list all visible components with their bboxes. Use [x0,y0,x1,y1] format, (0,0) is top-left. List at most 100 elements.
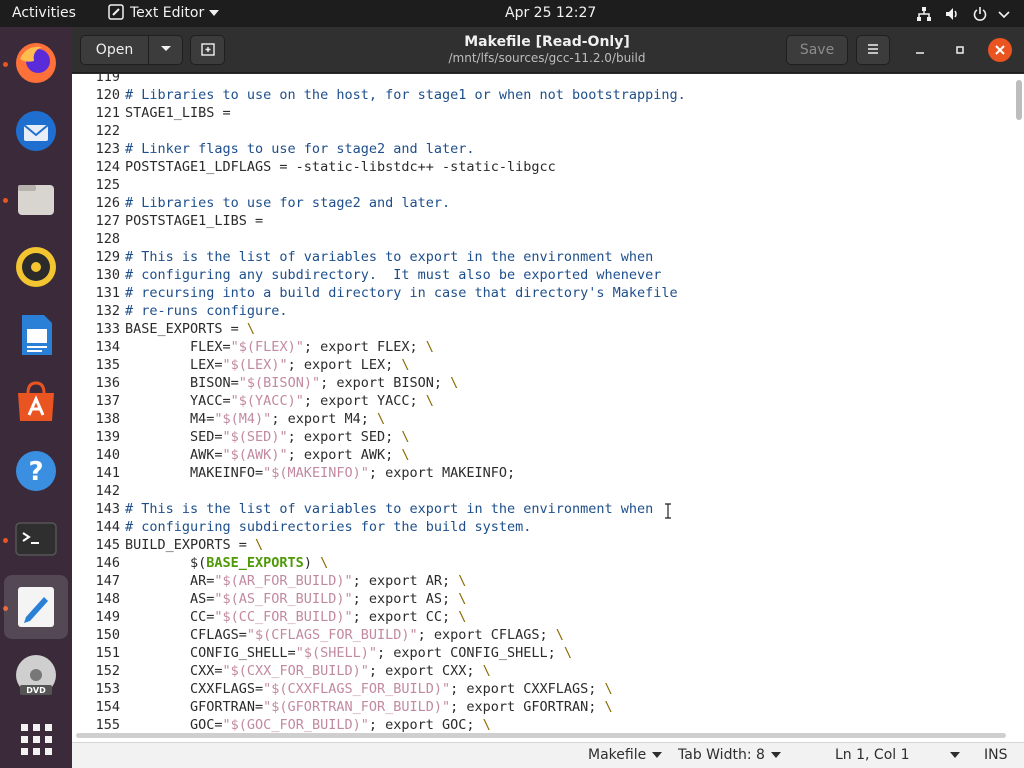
code-token: "$(AWK)" [222,447,288,463]
code-line[interactable]: 129 # This is the list of variables to ex… [72,248,1012,266]
code-line[interactable]: 142 [72,482,1012,500]
code-lines[interactable]: 119 120 # Libraries to use on the host, fo… [72,74,1012,734]
line-number: 125 [95,177,120,193]
dock-item-firefox[interactable] [4,31,68,95]
code-token: \ [555,627,564,643]
tab-width-selector[interactable]: Tab Width: 8 [678,743,781,768]
cursor-position-selector[interactable]: Ln 1, Col 1 [835,743,960,768]
code-line[interactable]: 149 CC="$(CC_FOR_BUILD)"; export CC; \ [72,608,1012,626]
code-line[interactable]: 138 M4="$(M4)"; export M4; \ [72,410,1012,428]
line-number: 120 [95,87,120,103]
code-line[interactable]: 120 # Libraries to use on the host, for s… [72,86,1012,104]
code-line[interactable]: 128 [72,230,1012,248]
code-line[interactable]: 139 SED="$(SED)"; export SED; \ [72,428,1012,446]
line-code: CXX="$(CXX_FOR_BUILD)"; export CXX; \ [120,663,491,679]
code-line[interactable]: 146 $(BASE_EXPORTS) \ [72,554,1012,572]
language-selector[interactable]: Makefile [588,743,663,768]
code-token: AWK= [125,447,223,463]
code-line[interactable]: 141 MAKEINFO="$(MAKEINFO)"; export MAKEI… [72,464,1012,482]
line-code: BASE_EXPORTS = \ [120,321,255,337]
main-menu-button[interactable] [856,35,890,65]
code-token: CONFIG_SHELL= [125,645,296,661]
code-line[interactable]: 126 # Libraries to use for stage2 and lat… [72,194,1012,212]
network-icon [917,7,931,21]
volume-icon [946,8,957,20]
code-line[interactable]: 123 # Linker flags to use for stage2 and … [72,140,1012,158]
open-menu-button[interactable] [148,35,183,65]
line-number: 144 [95,519,120,535]
code-line[interactable]: 132 # re-runs configure. [72,302,1012,320]
app-menu[interactable]: Text Editor [108,0,220,27]
activities-button[interactable]: Activities [12,0,76,27]
line-code: # This is the list of variables to expor… [120,249,653,265]
code-line[interactable]: 135 LEX="$(LEX)"; export LEX; \ [72,356,1012,374]
dock-item-thunderbird[interactable] [4,99,68,163]
dock-item-rhythmbox[interactable] [4,235,68,299]
clock[interactable]: Apr 25 12:27 [505,0,596,27]
horizontal-scrollbar[interactable] [76,733,1006,738]
code-line[interactable]: 127 POSTSTAGE1_LIBS = [72,212,1012,230]
code-line[interactable]: 131 # recursing into a build directory in… [72,284,1012,302]
code-line[interactable]: 151 CONFIG_SHELL="$(SHELL)"; export CONF… [72,644,1012,662]
code-line[interactable]: 134 FLEX="$(FLEX)"; export FLEX; \ [72,338,1012,356]
code-line[interactable]: 143 # This is the list of variables to ex… [72,500,1012,518]
open-button[interactable]: Open [80,35,149,65]
title-block: Makefile [Read-Only] /mnt/lfs/sources/gc… [372,34,722,66]
line-code: CFLAGS="$(CFLAGS_FOR_BUILD)"; export CFL… [120,627,564,643]
code-line[interactable]: 148 AS="$(AS_FOR_BUILD)"; export AS; \ [72,590,1012,608]
tab-width-label: Tab Width: 8 [678,747,765,763]
show-applications-button[interactable] [4,707,68,768]
code-line[interactable]: 130 # configuring any subdirectory. It mu… [72,266,1012,284]
new-tab-button[interactable] [190,35,225,65]
dock-item-terminal[interactable] [4,507,68,571]
code-token: \ [376,411,386,427]
code-token: ; export FLEX; [303,339,426,355]
line-number: 142 [95,483,120,499]
code-line[interactable]: 144 # configuring subdirectories for the … [72,518,1012,536]
close-button[interactable] [988,38,1012,62]
dock-item-dvd[interactable]: DVD [4,643,68,707]
maximize-button[interactable] [948,38,972,62]
code-token: \ [482,717,491,733]
code-line[interactable]: 152 CXX="$(CXX_FOR_BUILD)"; export CXX; … [72,662,1012,680]
line-code: # configuring any subdirectory. It must … [120,267,661,283]
code-line[interactable]: 154 GFORTRAN="$(GFORTRAN_FOR_BUILD)"; ex… [72,698,1012,716]
help-icon: ? [16,451,56,491]
code-token: \ [255,537,264,553]
line-number: 135 [95,357,120,373]
dock-item-text-editor[interactable] [4,575,68,639]
code-line[interactable]: 147 AR="$(AR_FOR_BUILD)"; export AR; \ [72,572,1012,590]
dock-item-files[interactable] [4,167,68,231]
code-line[interactable]: 124 POSTSTAGE1_LDFLAGS = -static-libstdc+… [72,158,1012,176]
code-line[interactable]: 155 GOC="$(GOC_FOR_BUILD)"; export GOC; … [72,716,1012,734]
code-line[interactable]: 145 BUILD_EXPORTS = \ [72,536,1012,554]
code-line[interactable]: 153 CXXFLAGS="$(CXXFLAGS_FOR_BUILD)"; ex… [72,680,1012,698]
code-line[interactable]: 119 [72,74,1012,86]
code-line[interactable]: 133 BASE_EXPORTS = \ [72,320,1012,338]
code-line[interactable]: 125 [72,176,1012,194]
code-token: "$(LEX)" [222,357,288,373]
editor-view[interactable]: 119 120 # Libraries to use on the host, fo… [72,74,1024,742]
code-token: YACC= [125,393,231,409]
code-token: \ [458,573,467,589]
dock-item-software[interactable] [4,371,68,435]
line-code: CXXFLAGS="$(CXXFLAGS_FOR_BUILD)"; export… [120,681,613,697]
code-line[interactable]: 122 [72,122,1012,140]
dock-item-writer[interactable] [4,303,68,367]
minimize-button[interactable] [908,38,932,62]
software-icon [18,381,54,421]
code-line[interactable]: 140 AWK="$(AWK)"; export AWK; \ [72,446,1012,464]
vertical-scrollbar[interactable] [1016,80,1022,120]
code-token: $( [125,555,207,571]
code-line[interactable]: 150 CFLAGS="$(CFLAGS_FOR_BUILD)"; export… [72,626,1012,644]
code-token: "$(CFLAGS_FOR_BUILD)" [246,627,418,643]
code-line[interactable]: 137 YACC="$(YACC)"; export YACC; \ [72,392,1012,410]
svg-text:DVD: DVD [26,686,46,695]
code-line[interactable]: 136 BISON="$(BISON)"; export BISON; \ [72,374,1012,392]
code-line[interactable]: 121 STAGE1_LIBS = [72,104,1012,122]
dock-item-help[interactable]: ? [4,439,68,503]
insert-mode-indicator[interactable]: INS [984,743,1008,768]
line-code: # This is the list of variables to expor… [120,501,653,517]
save-button[interactable]: Save [786,35,848,65]
